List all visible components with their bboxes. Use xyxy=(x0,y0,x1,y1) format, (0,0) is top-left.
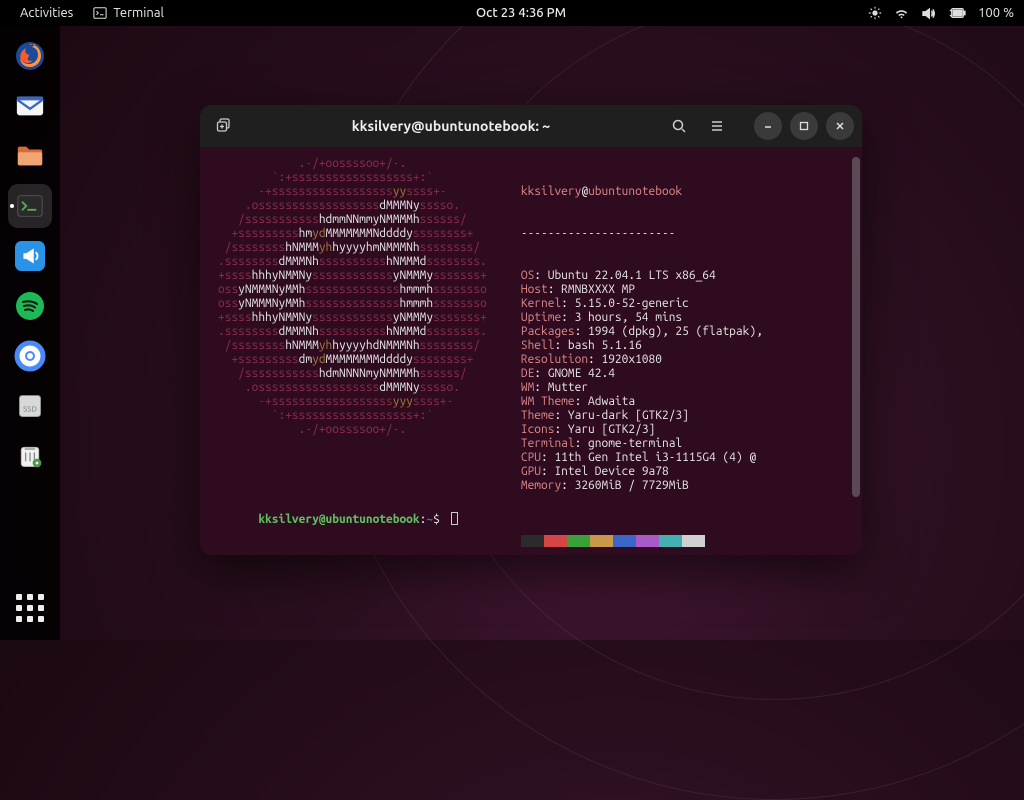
terminal-window: kksilvery@ubuntunotebook: ~ .-/+oossssoo… xyxy=(200,105,862,555)
minimize-button[interactable] xyxy=(754,112,782,140)
close-button[interactable] xyxy=(826,112,854,140)
info-row-resolution: Resolution: 1920x1080 xyxy=(521,353,763,367)
terminal-icon xyxy=(93,6,107,20)
activities-button[interactable]: Activities xyxy=(10,6,83,20)
dock-files[interactable] xyxy=(8,134,52,178)
palette-swatch xyxy=(544,535,567,547)
focused-app-menu[interactable]: Terminal xyxy=(83,6,174,20)
top-bar: Activities Terminal Oct 23 4:36 PM 100 % xyxy=(0,0,1024,26)
window-title: kksilvery@ubuntunotebook: ~ xyxy=(246,118,656,134)
brightness-icon xyxy=(868,6,882,20)
dock-trash[interactable] xyxy=(8,434,52,478)
maximize-button[interactable] xyxy=(790,112,818,140)
menu-icon xyxy=(709,118,725,134)
palette-swatch xyxy=(636,535,659,547)
info-row-terminal: Terminal: gnome-terminal xyxy=(521,437,763,451)
info-row-packages: Packages: 1994 (dpkg), 25 (flatpak), xyxy=(521,325,763,339)
clock[interactable]: Oct 23 4:36 PM xyxy=(466,6,576,20)
info-row-wm-theme: WM Theme: Adwaita xyxy=(521,395,763,409)
palette-swatch xyxy=(659,535,682,547)
battery-percent: 100 % xyxy=(978,6,1014,20)
info-row-de: DE: GNOME 42.4 xyxy=(521,367,763,381)
dock-mail[interactable] xyxy=(8,84,52,128)
shell-prompt[interactable]: kksilvery@ubuntunotebook:~$ xyxy=(218,498,458,541)
color-palette xyxy=(521,535,763,547)
cursor-icon xyxy=(451,512,458,525)
search-icon xyxy=(671,118,687,134)
info-separator: ----------------------- xyxy=(521,227,763,241)
neofetch-info: kksilvery@ubuntunotebook ---------------… xyxy=(521,157,763,555)
palette-swatch xyxy=(521,535,544,547)
window-titlebar[interactable]: kksilvery@ubuntunotebook: ~ xyxy=(200,105,862,147)
info-host: ubuntunotebook xyxy=(588,185,682,198)
show-applications-button[interactable] xyxy=(8,586,52,630)
battery-icon xyxy=(948,6,966,20)
dock-ssd[interactable]: SSD xyxy=(8,384,52,428)
info-row-shell: Shell: bash 5.1.16 xyxy=(521,339,763,353)
dock-megaphone[interactable] xyxy=(8,234,52,278)
dock-terminal[interactable] xyxy=(8,184,52,228)
info-row-theme: Theme: Yaru-dark [GTK2/3] xyxy=(521,409,763,423)
palette-swatch xyxy=(590,535,613,547)
palette-swatch xyxy=(567,535,590,547)
info-row-icons: Icons: Yaru [GTK2/3] xyxy=(521,423,763,437)
status-area[interactable]: 100 % xyxy=(868,6,1014,21)
info-user: kksilvery xyxy=(521,185,581,198)
info-row-host: Host: RMNBXXXX MP xyxy=(521,283,763,297)
focused-app-label: Terminal xyxy=(113,6,164,20)
hamburger-menu-button[interactable] xyxy=(702,111,732,141)
dock-firefox[interactable] xyxy=(8,34,52,78)
info-row-wm: WM: Mutter xyxy=(521,381,763,395)
palette-swatch xyxy=(613,535,636,547)
svg-text:SSD: SSD xyxy=(23,405,37,413)
dock: SSD xyxy=(0,26,60,640)
info-row-cpu: CPU: 11th Gen Intel i3-1115G4 (4) @ xyxy=(521,451,763,465)
scrollbar-thumb[interactable] xyxy=(852,157,860,497)
info-row-os: OS: Ubuntu 22.04.1 LTS x86_64 xyxy=(521,269,763,283)
terminal-body[interactable]: .-/+oossssoo+/-. `:+ssssssssssssssssss+:… xyxy=(200,147,862,555)
info-row-memory: Memory: 3260MiB / 7729MiB xyxy=(521,479,763,493)
dock-chromium[interactable] xyxy=(8,334,52,378)
search-button[interactable] xyxy=(664,111,694,141)
info-row-uptime: Uptime: 3 hours, 54 mins xyxy=(521,311,763,325)
dock-spotify[interactable] xyxy=(8,284,52,328)
wifi-icon xyxy=(894,6,909,21)
info-row-kernel: Kernel: 5.15.0-52-generic xyxy=(521,297,763,311)
neofetch-logo: .-/+oossssoo+/-. `:+ssssssssssssssssss+:… xyxy=(218,157,487,555)
info-row-gpu: GPU: Intel Device 9a78 xyxy=(521,465,763,479)
volume-icon xyxy=(921,6,936,21)
new-tab-button[interactable] xyxy=(208,111,238,141)
palette-swatch xyxy=(682,535,705,547)
